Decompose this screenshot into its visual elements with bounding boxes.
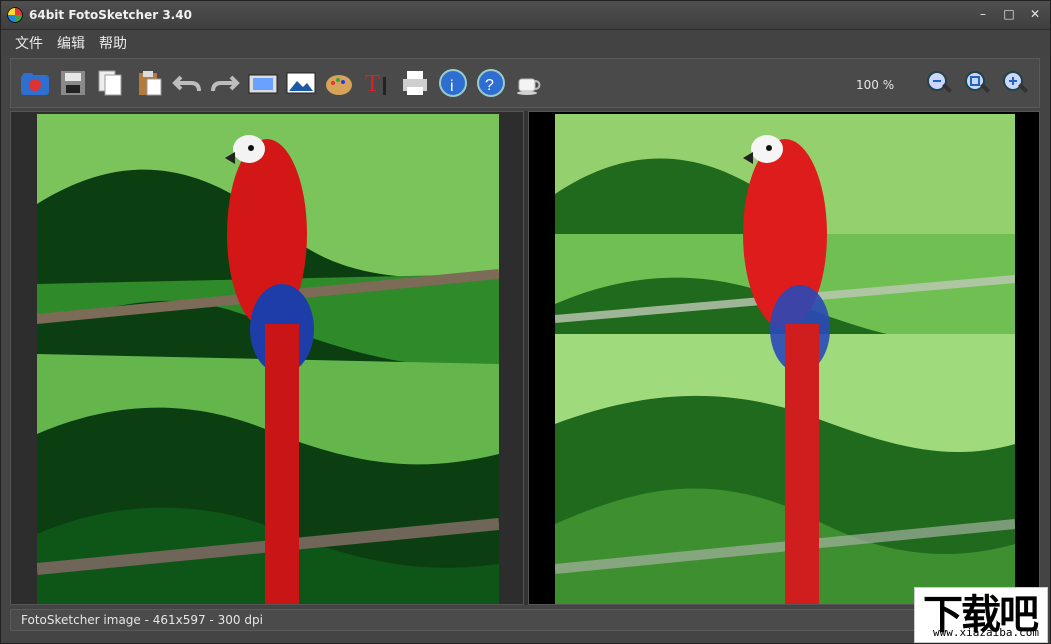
paste-icon[interactable] — [133, 67, 165, 99]
original-photo — [37, 114, 499, 604]
undo-icon[interactable] — [171, 67, 203, 99]
image-icon[interactable] — [285, 67, 317, 99]
svg-text:i: i — [450, 78, 454, 95]
redo-icon[interactable] — [209, 67, 241, 99]
app-window: 64bit FotoSketcher 3.40 – □ ✕ 文件 编辑 帮助 T… — [0, 0, 1051, 644]
coffee-cup-icon[interactable] — [513, 67, 545, 99]
zoom-level: 100 % — [856, 78, 895, 92]
menu-bar: 文件 编辑 帮助 — [1, 30, 1050, 56]
zoom-in-icon[interactable] — [999, 67, 1031, 99]
help-icon[interactable]: ? — [475, 67, 507, 99]
text-tool-icon[interactable]: T — [361, 67, 393, 99]
zoom-fit-icon[interactable] — [961, 67, 993, 99]
toolbar: T i ? 100 % — [10, 58, 1040, 108]
watermark-logo: 下载吧 www.xiazaiba.com — [914, 587, 1048, 643]
title-bar[interactable]: 64bit FotoSketcher 3.40 – □ ✕ — [1, 1, 1050, 30]
status-text: FotoSketcher image - 461x597 - 300 dpi — [21, 613, 263, 627]
maximize-button[interactable]: □ — [1000, 5, 1018, 23]
window-title: 64bit FotoSketcher 3.40 — [29, 8, 192, 22]
painted-preview — [555, 114, 1015, 604]
menu-file[interactable]: 文件 — [15, 33, 43, 53]
open-folder-icon[interactable] — [19, 67, 51, 99]
close-button[interactable]: ✕ — [1026, 5, 1044, 23]
watermark-sub-text: www.xiazaiba.com — [933, 626, 1039, 639]
sketch-preview-panel[interactable] — [528, 111, 1040, 605]
window-controls: – □ ✕ — [974, 5, 1044, 23]
menu-edit[interactable]: 编辑 — [57, 33, 85, 53]
film-strip-icon[interactable] — [247, 67, 279, 99]
svg-text:?: ? — [485, 77, 494, 94]
minimize-button[interactable]: – — [974, 5, 992, 23]
menu-help[interactable]: 帮助 — [99, 33, 127, 53]
copy-icon[interactable] — [95, 67, 127, 99]
svg-text:T: T — [365, 71, 380, 97]
original-image-panel[interactable] — [10, 111, 524, 605]
app-icon — [7, 7, 23, 23]
palette-icon[interactable] — [323, 67, 355, 99]
zoom-out-icon[interactable] — [923, 67, 955, 99]
save-icon[interactable] — [57, 67, 89, 99]
status-bar: FotoSketcher image - 461x597 - 300 dpi — [10, 609, 1040, 631]
info-icon[interactable]: i — [437, 67, 469, 99]
image-panels — [10, 111, 1040, 605]
print-icon[interactable] — [399, 67, 431, 99]
